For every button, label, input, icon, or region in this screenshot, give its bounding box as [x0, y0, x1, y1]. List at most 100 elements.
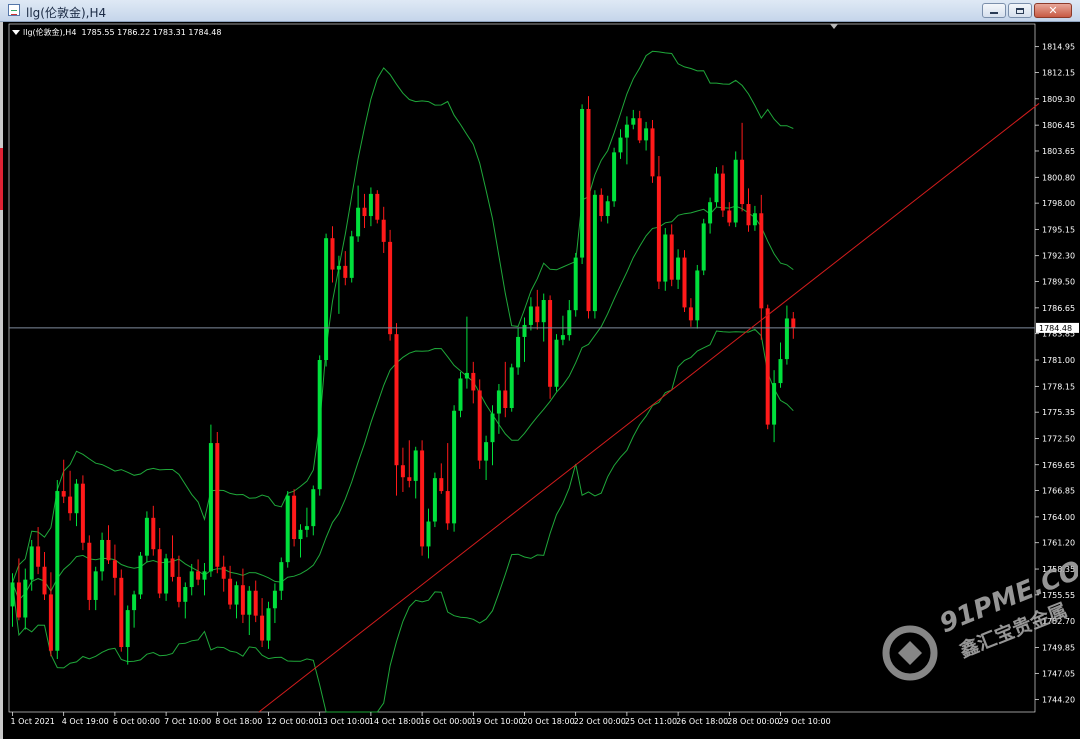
- y-tick-label: 1783.85: [1042, 330, 1075, 339]
- candle-bear: [240, 585, 245, 615]
- window-title: llg(伦敦金),H4: [26, 6, 107, 20]
- close-button[interactable]: ✕: [1034, 3, 1072, 18]
- candle-bear: [477, 390, 482, 461]
- candle-bull: [432, 478, 437, 522]
- candle-bull: [452, 410, 457, 524]
- candle-bear: [196, 571, 201, 580]
- candle-bear: [548, 300, 553, 387]
- x-tick-label: 20 Oct 18:00: [523, 717, 575, 726]
- candle-bull: [560, 335, 565, 340]
- candle-bear: [176, 576, 181, 602]
- candle-bull: [10, 582, 15, 607]
- candle-bull: [701, 223, 706, 271]
- candle-bull: [247, 590, 252, 615]
- candle-bear: [650, 128, 655, 177]
- candle-bull: [426, 521, 431, 547]
- candle-bull: [509, 367, 514, 409]
- watermark: 91PME.COM 鑫汇宝贵金属: [882, 553, 1078, 681]
- y-tick-label: 1803.65: [1042, 147, 1075, 156]
- minimize-button[interactable]: [982, 3, 1006, 18]
- y-tick-label: 1781.00: [1042, 356, 1075, 365]
- candle-bull: [132, 594, 137, 611]
- y-tick-label: 1772.50: [1042, 434, 1075, 443]
- candle-bear: [87, 542, 92, 600]
- candle-bull: [612, 152, 617, 202]
- candle-bull: [55, 491, 60, 651]
- chart-window: llg(伦敦金),H4 ✕ 1784.48 1814.95 1812.15 1809…: [0, 0, 1080, 739]
- candle-bear: [765, 308, 770, 425]
- info-collapse-icon[interactable]: [12, 30, 20, 35]
- x-tick-label: 26 Oct 18:00: [676, 717, 728, 726]
- y-tick-label: 1800.80: [1042, 173, 1075, 182]
- maximize-button[interactable]: [1008, 3, 1032, 18]
- candle-bear: [407, 477, 412, 481]
- candle-bear: [42, 566, 47, 595]
- candle-bull: [356, 207, 361, 237]
- restore-icon: [1016, 7, 1024, 14]
- candle-bull: [23, 579, 28, 618]
- candle-bear: [682, 257, 687, 308]
- candle-bear: [637, 118, 642, 141]
- y-tick-label: 1744.20: [1042, 696, 1075, 705]
- candle-bear: [330, 238, 335, 270]
- candle-bull: [708, 202, 713, 224]
- x-tick-label: 13 Oct 10:00: [318, 717, 370, 726]
- x-tick-label: 25 Oct 11:00: [625, 717, 677, 726]
- watermark-logo-icon: [882, 625, 938, 681]
- chart-info-text: llg(伦敦金),H4 1785.55 1786.22 1783.31 1784…: [23, 28, 222, 37]
- x-tick-label: 12 Oct 00:00: [267, 717, 319, 726]
- candle-bear: [106, 539, 111, 561]
- candle-bear: [669, 234, 674, 280]
- candle-bull: [349, 236, 354, 278]
- candle-bear: [394, 334, 399, 466]
- y-tick-label: 1766.85: [1042, 487, 1075, 496]
- candle-bull: [663, 234, 668, 282]
- candle-bear: [343, 265, 348, 278]
- candle-bear: [388, 241, 393, 335]
- candle-bull: [93, 571, 98, 600]
- candle-bear: [228, 578, 233, 605]
- y-tick-label: 1814.95: [1042, 43, 1075, 52]
- candle-bull: [644, 128, 649, 141]
- candle-bear: [439, 478, 444, 492]
- candle-bull: [272, 590, 277, 609]
- y-tick-label: 1806.45: [1042, 121, 1075, 130]
- candle-bull: [605, 201, 610, 217]
- title-bar[interactable]: llg(伦敦金),H4 ✕: [0, 0, 1080, 22]
- candle-bear: [656, 176, 661, 282]
- y-tick-label: 1775.35: [1042, 408, 1075, 417]
- candle-bear: [420, 450, 425, 547]
- candle-bear: [157, 549, 162, 594]
- candle-bull: [733, 159, 738, 223]
- candle-bull: [752, 213, 757, 226]
- candle-bull: [29, 546, 34, 580]
- candle-bear: [746, 204, 751, 226]
- candle-bull: [304, 526, 309, 530]
- candle-bear: [16, 582, 21, 618]
- candle-bull: [317, 360, 322, 490]
- x-tick-label: 16 Oct 00:00: [420, 717, 472, 726]
- candle-bear: [260, 615, 265, 641]
- candle-bull: [368, 193, 373, 217]
- candle-bear: [119, 577, 124, 648]
- candle-bull: [784, 318, 789, 360]
- candle-bear: [68, 496, 73, 514]
- y-tick-label: 1812.15: [1042, 69, 1075, 78]
- x-tick-label: 29 Oct 10:00: [779, 717, 831, 726]
- candle-bull: [516, 336, 521, 368]
- candle-bull: [580, 108, 585, 258]
- x-tick-label: 19 Oct 10:00: [471, 717, 523, 726]
- minimize-icon: [990, 12, 998, 14]
- x-tick-label: 6 Oct 00:00: [113, 717, 160, 726]
- candle-bear: [170, 558, 175, 577]
- chart-shift-marker[interactable]: [830, 24, 838, 29]
- candle-bull: [144, 517, 149, 556]
- y-tick-label: 1786.65: [1042, 304, 1075, 313]
- candle-bear: [112, 560, 117, 578]
- candle-bull: [554, 339, 559, 387]
- candle-bull: [592, 194, 597, 312]
- candle-bear: [740, 159, 745, 205]
- candle-bear: [80, 483, 85, 543]
- x-tick-label: 22 Oct 00:00: [574, 717, 626, 726]
- candle-bull: [234, 585, 239, 605]
